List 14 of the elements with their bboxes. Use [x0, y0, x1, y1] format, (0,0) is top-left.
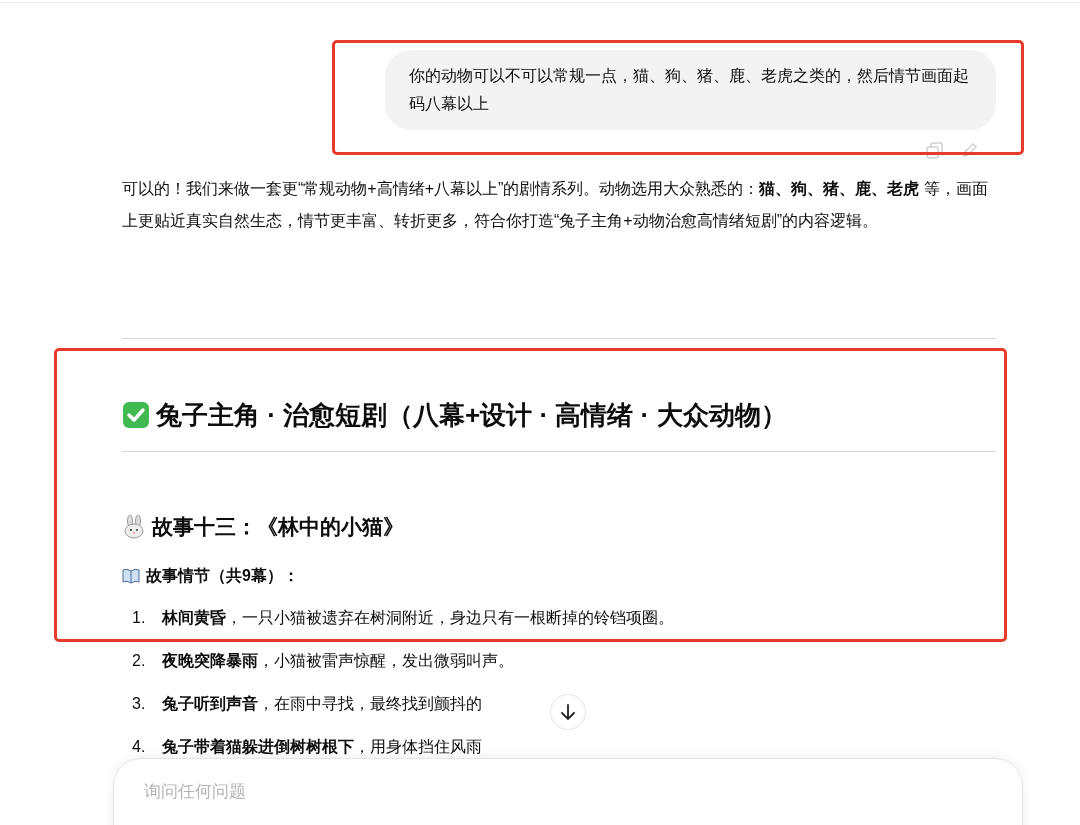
section-heading: 兔子主角 · 治愈短剧（八幕+设计 · 高情绪 · 大众动物）: [156, 399, 787, 432]
list-item-text: 夜晚突降暴雨，小猫被雷声惊醒，发出微弱叫声。: [162, 650, 514, 671]
list-item-text: 林间黄昏，一只小猫被遗弃在树洞附近，身边只有一根断掉的铃铛项圈。: [162, 607, 674, 628]
list-number: 2.: [132, 650, 147, 671]
list-number: 3.: [132, 693, 147, 714]
message-input-field[interactable]: 询问任何问题: [144, 779, 744, 805]
list-item-text: 兔子带着猫躲进倒树树根下，用身体挡住风雨: [162, 736, 482, 757]
user-message: 你的动物可以不可以常规一点，猫、狗、猪、鹿、老虎之类的，然后情节画面起码八幕以上: [385, 50, 996, 130]
section-label: 故事情节（共9幕）：: [146, 566, 299, 586]
story-heading: 故事十三：《林中的小猫》: [152, 514, 404, 540]
list-number: 4.: [132, 736, 147, 757]
list-item-text: 兔子听到声音，在雨中寻找，最终找到颤抖的: [162, 693, 482, 714]
response-paragraph: 可以的！我们来做一套更“常规动物+高情绪+八幕以上”的剧情系列。动物选用大众熟悉的：猫、狗、猪、鹿、老虎 等，画面上更贴近真实自然生态，情节更丰富、转折更多，符合你打造“兔子主角+动物治愈高情绪短剧”的内容逻辑。: [122, 179, 989, 231]
list-number: 1.: [132, 607, 147, 628]
